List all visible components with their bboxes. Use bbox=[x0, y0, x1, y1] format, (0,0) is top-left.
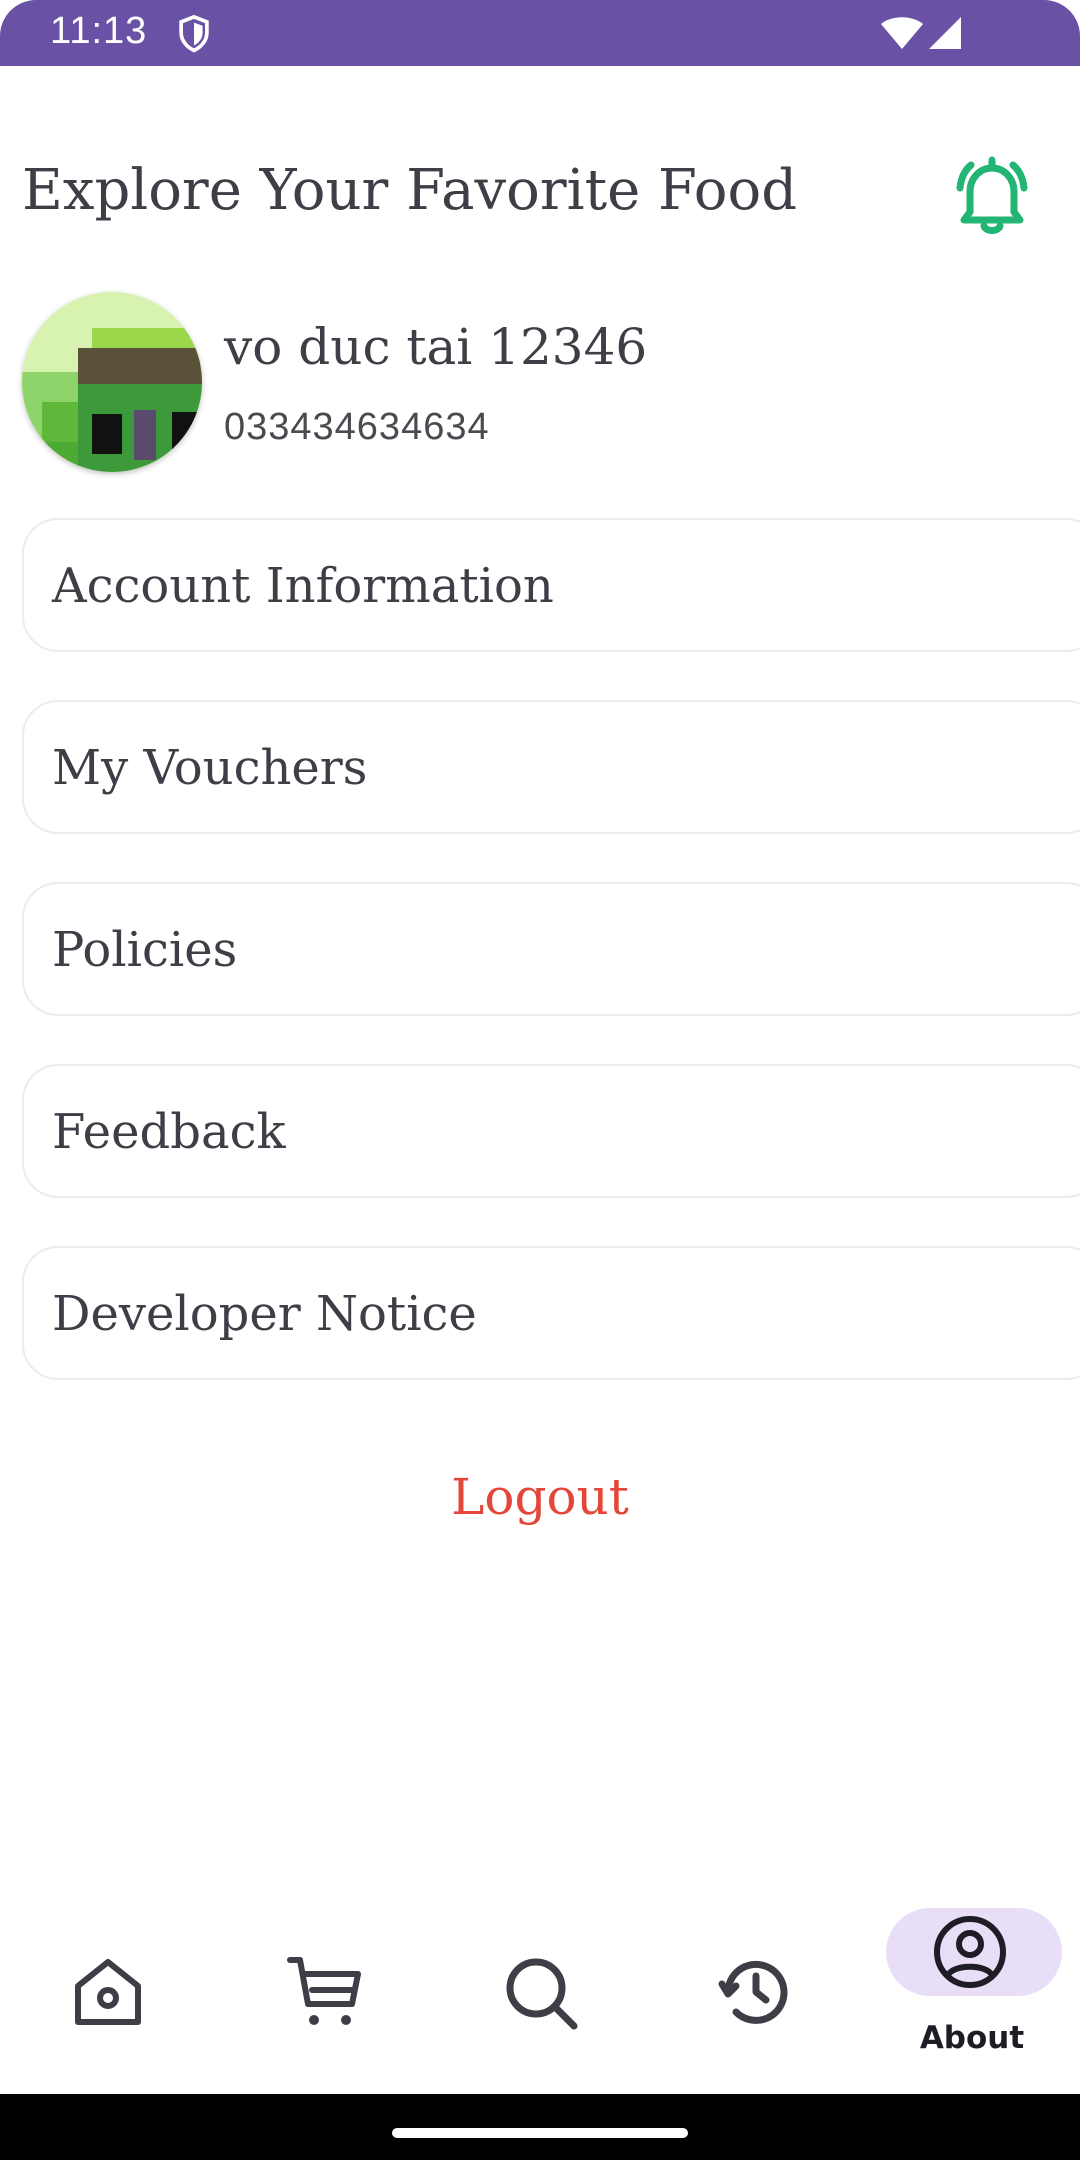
gesture-navigation-bar bbox=[0, 2094, 1080, 2160]
signal-icon bbox=[929, 17, 961, 49]
menu-item-account-information[interactable]: Account Information bbox=[22, 518, 1080, 652]
status-time: 11:13 bbox=[50, 10, 148, 52]
menu-item-policies[interactable]: Policies bbox=[22, 882, 1080, 1016]
page-title: Explore Your Favorite Food bbox=[22, 158, 798, 223]
shield-icon bbox=[179, 14, 209, 53]
menu-item-my-vouchers[interactable]: My Vouchers bbox=[22, 700, 1080, 834]
nav-search[interactable] bbox=[432, 1880, 648, 2090]
status-bar: 11:13 bbox=[0, 0, 1080, 66]
nav-home[interactable] bbox=[0, 1880, 216, 2090]
menu-item-developer-notice[interactable]: Developer Notice bbox=[22, 1246, 1080, 1380]
logout-button[interactable]: Logout bbox=[0, 1468, 1080, 1526]
menu-item-label: Feedback bbox=[52, 1104, 286, 1160]
menu-item-label: Account Information bbox=[52, 558, 554, 614]
profile-name: vo duc tai 12346 bbox=[224, 318, 648, 376]
nav-label-about: About bbox=[919, 2020, 1025, 2056]
nav-cart[interactable] bbox=[216, 1880, 432, 2090]
home-icon bbox=[75, 1959, 141, 2025]
menu-item-label: Policies bbox=[52, 922, 238, 978]
profile-phone: 033434634634 bbox=[224, 406, 490, 448]
search-icon bbox=[506, 1958, 578, 2030]
menu-item-feedback[interactable]: Feedback bbox=[22, 1064, 1080, 1198]
menu-item-label: My Vouchers bbox=[52, 740, 368, 796]
bottom-navigation: About bbox=[0, 1880, 1080, 2090]
nav-history[interactable] bbox=[648, 1880, 864, 2090]
pixel-art-avatar bbox=[22, 292, 202, 472]
account-circle-icon bbox=[934, 1916, 1006, 1988]
nav-about[interactable]: About bbox=[864, 1880, 1080, 2090]
wifi-icon bbox=[881, 17, 923, 49]
home-gesture-handle[interactable] bbox=[392, 2128, 688, 2138]
bell-ringing-icon[interactable] bbox=[946, 150, 1038, 242]
avatar[interactable] bbox=[22, 292, 202, 472]
history-icon bbox=[718, 1960, 788, 2024]
menu-item-label: Developer Notice bbox=[52, 1286, 477, 1342]
nav-active-indicator bbox=[886, 1908, 1062, 1996]
cart-icon bbox=[287, 1957, 361, 2025]
